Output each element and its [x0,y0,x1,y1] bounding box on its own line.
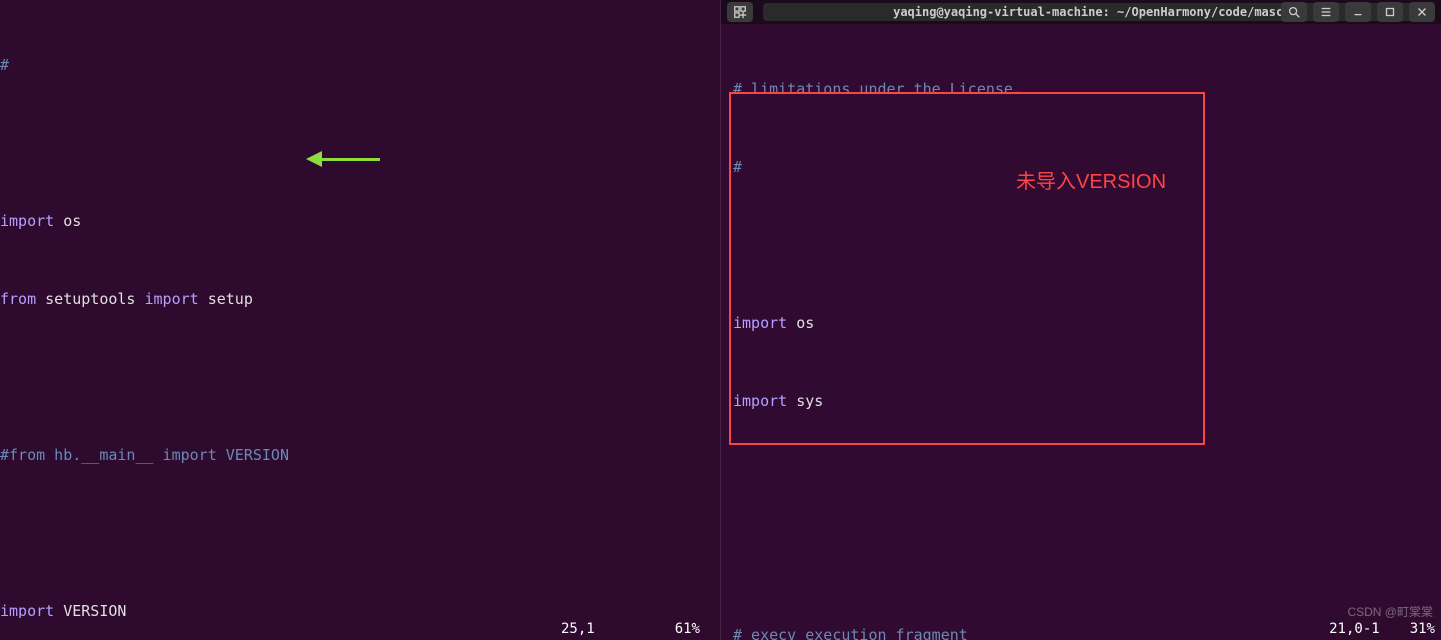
code-text: os [54,212,81,230]
close-icon [1415,5,1429,19]
code-text: import [733,392,787,410]
minimize-icon [1351,5,1365,19]
code-text: import [0,212,54,230]
menu-button[interactable] [1313,2,1339,22]
search-button[interactable] [1281,2,1307,22]
hamburger-icon [1319,5,1333,19]
code-text: # [0,56,9,74]
search-icon [1287,5,1301,19]
right-statusbar: 21,0-1 31% [1329,618,1441,640]
cursor-position: 21,0-1 [1329,621,1380,637]
cursor-position: 25,1 [561,621,595,637]
code-text: setuptools [36,290,144,308]
code-text: # execv execution fragment [733,626,968,640]
left-code-area[interactable]: # import os from setuptools import setup… [0,0,720,640]
close-button[interactable] [1409,2,1435,22]
code-text: import [733,314,787,332]
terminal-titlebar: yaqing@yaqing-virtual-machine: ~/OpenHar… [721,0,1441,24]
code-text: setup [199,290,253,308]
left-editor-pane[interactable]: # import os from setuptools import setup… [0,0,720,640]
new-tab-button[interactable] [727,2,753,22]
scroll-percentage: 31% [1410,621,1435,637]
code-text: #from hb.__main__ import VERSION [0,446,289,464]
annotation-arrow [300,150,380,170]
maximize-button[interactable] [1377,2,1403,22]
code-text: # [733,158,742,176]
code-text: import [145,290,199,308]
minimize-button[interactable] [1345,2,1371,22]
right-editor-pane[interactable]: yaqing@yaqing-virtual-machine: ~/OpenHar… [720,0,1441,640]
maximize-icon [1383,5,1397,19]
code-text: # limitations under the License. [733,80,1022,98]
watermark-text: CSDN @町棠棠 [1347,603,1433,620]
code-text: from [0,290,36,308]
scroll-percentage: 61% [675,621,700,637]
left-statusbar: 25,1 61% [0,618,720,640]
new-tab-icon [733,5,747,19]
code-text: sys [787,392,823,410]
code-text: os [787,314,814,332]
right-code-area[interactable]: # limitations under the License. # impor… [721,24,1441,640]
